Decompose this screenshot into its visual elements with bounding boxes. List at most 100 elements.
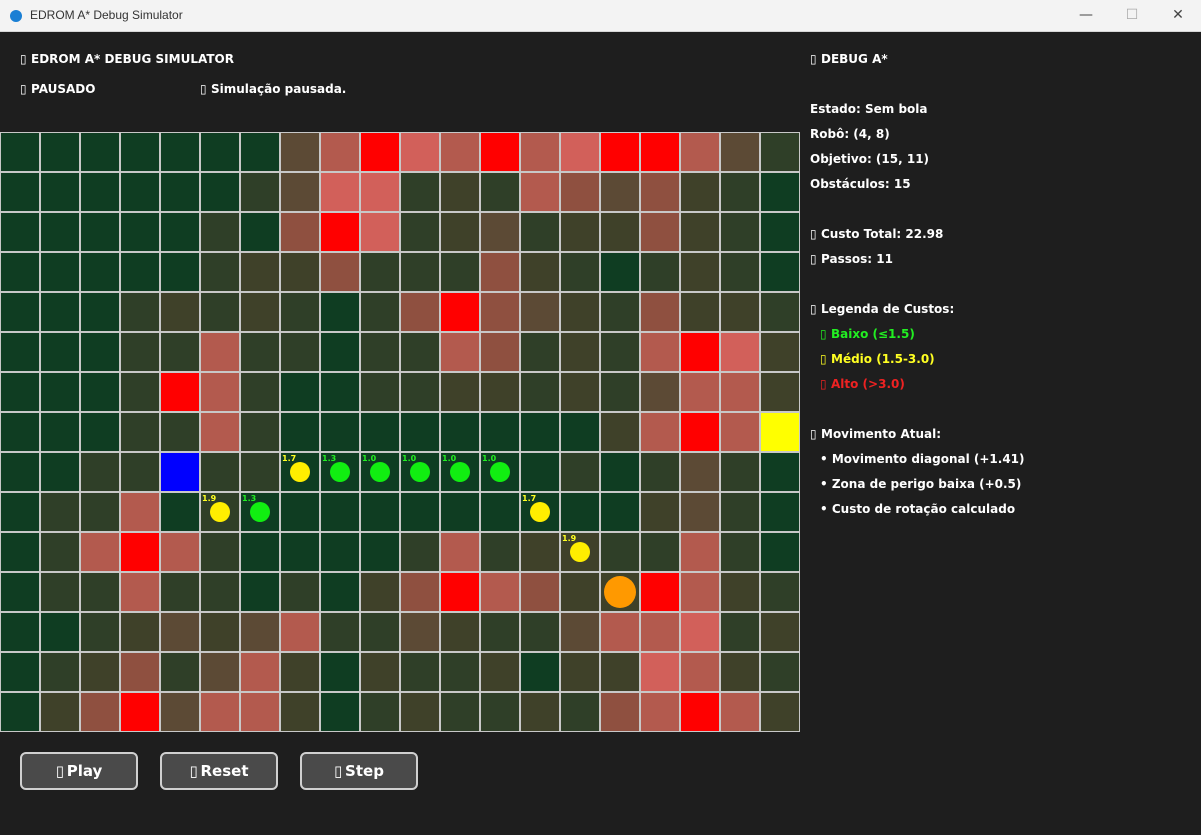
grid-cell[interactable] bbox=[120, 292, 160, 332]
grid-cell[interactable] bbox=[400, 412, 440, 452]
grid-cell[interactable] bbox=[520, 332, 560, 372]
grid-cell[interactable] bbox=[600, 132, 640, 172]
grid-cell[interactable] bbox=[560, 292, 600, 332]
grid-cell[interactable] bbox=[200, 132, 240, 172]
step-button[interactable]: ▯ Step bbox=[300, 752, 418, 790]
grid-cell[interactable] bbox=[320, 692, 360, 732]
grid-cell[interactable] bbox=[720, 452, 760, 492]
grid-cell[interactable] bbox=[440, 212, 480, 252]
grid-cell[interactable] bbox=[120, 612, 160, 652]
close-button[interactable]: ✕ bbox=[1155, 0, 1201, 31]
grid-cell[interactable] bbox=[80, 492, 120, 532]
grid-cell[interactable] bbox=[160, 692, 200, 732]
grid-cell[interactable] bbox=[120, 132, 160, 172]
grid-cell[interactable] bbox=[520, 212, 560, 252]
grid-cell[interactable] bbox=[360, 332, 400, 372]
grid-cell[interactable] bbox=[520, 372, 560, 412]
grid-cell[interactable] bbox=[680, 252, 720, 292]
grid-cell[interactable] bbox=[40, 132, 80, 172]
grid-cell[interactable] bbox=[280, 252, 320, 292]
grid-cell[interactable] bbox=[680, 452, 720, 492]
grid-cell[interactable] bbox=[520, 412, 560, 452]
grid-cell[interactable] bbox=[480, 332, 520, 372]
grid-cell[interactable] bbox=[400, 172, 440, 212]
grid-cell[interactable] bbox=[760, 252, 800, 292]
grid-cell[interactable] bbox=[680, 492, 720, 532]
grid-cell[interactable] bbox=[320, 132, 360, 172]
grid-cell[interactable] bbox=[320, 652, 360, 692]
grid-cell[interactable] bbox=[720, 412, 760, 452]
grid-cell[interactable] bbox=[720, 532, 760, 572]
grid-cell[interactable] bbox=[360, 252, 400, 292]
grid-cell[interactable] bbox=[0, 212, 40, 252]
grid-cell[interactable] bbox=[360, 572, 400, 612]
grid-cell[interactable] bbox=[520, 572, 560, 612]
grid-cell[interactable] bbox=[720, 332, 760, 372]
grid-cell[interactable] bbox=[80, 172, 120, 212]
grid-cell[interactable] bbox=[440, 532, 480, 572]
grid-cell[interactable] bbox=[760, 332, 800, 372]
grid-cell[interactable] bbox=[280, 532, 320, 572]
grid-cell[interactable] bbox=[440, 332, 480, 372]
grid-cell[interactable] bbox=[120, 692, 160, 732]
grid-cell[interactable] bbox=[320, 372, 360, 412]
grid-cell[interactable] bbox=[680, 332, 720, 372]
grid-cell[interactable] bbox=[280, 692, 320, 732]
grid-cell[interactable] bbox=[200, 692, 240, 732]
grid-cell[interactable] bbox=[600, 692, 640, 732]
grid-cell[interactable] bbox=[440, 372, 480, 412]
grid-cell[interactable] bbox=[480, 252, 520, 292]
grid-cell[interactable] bbox=[160, 252, 200, 292]
grid-cell[interactable] bbox=[80, 532, 120, 572]
grid-cell[interactable] bbox=[480, 292, 520, 332]
grid-cell[interactable] bbox=[720, 212, 760, 252]
grid-cell[interactable] bbox=[480, 372, 520, 412]
grid-cell[interactable] bbox=[240, 692, 280, 732]
grid-cell[interactable] bbox=[360, 372, 400, 412]
grid-cell[interactable] bbox=[640, 332, 680, 372]
grid-cell[interactable] bbox=[560, 692, 600, 732]
grid-cell[interactable] bbox=[520, 132, 560, 172]
grid-cell[interactable] bbox=[640, 612, 680, 652]
grid-cell[interactable] bbox=[240, 332, 280, 372]
grid-cell[interactable] bbox=[240, 412, 280, 452]
grid-cell[interactable] bbox=[120, 572, 160, 612]
grid-cell[interactable] bbox=[200, 332, 240, 372]
grid-cell[interactable] bbox=[720, 612, 760, 652]
grid-cell[interactable] bbox=[0, 292, 40, 332]
grid-cell[interactable] bbox=[520, 532, 560, 572]
grid-cell[interactable] bbox=[120, 412, 160, 452]
grid-cell[interactable] bbox=[40, 412, 80, 452]
grid-cell[interactable] bbox=[160, 132, 200, 172]
grid-cell[interactable] bbox=[400, 252, 440, 292]
grid-cell[interactable] bbox=[120, 452, 160, 492]
grid-cell[interactable] bbox=[200, 532, 240, 572]
grid-cell[interactable] bbox=[680, 212, 720, 252]
grid-cell[interactable] bbox=[720, 572, 760, 612]
grid-cell[interactable] bbox=[440, 412, 480, 452]
grid-cell[interactable] bbox=[360, 652, 400, 692]
grid-cell[interactable] bbox=[440, 292, 480, 332]
grid-cell[interactable] bbox=[80, 252, 120, 292]
grid-cell[interactable] bbox=[400, 692, 440, 732]
grid-cell[interactable] bbox=[40, 332, 80, 372]
grid-cell[interactable] bbox=[560, 252, 600, 292]
grid-cell[interactable] bbox=[80, 452, 120, 492]
grid-cell[interactable] bbox=[320, 172, 360, 212]
grid-cell[interactable] bbox=[240, 652, 280, 692]
grid-cell[interactable] bbox=[280, 612, 320, 652]
grid-cell[interactable] bbox=[640, 452, 680, 492]
grid-cell[interactable] bbox=[400, 492, 440, 532]
grid-cell[interactable] bbox=[680, 172, 720, 212]
grid-cell[interactable] bbox=[120, 492, 160, 532]
robot-cell[interactable] bbox=[160, 452, 200, 492]
grid-cell[interactable] bbox=[0, 132, 40, 172]
grid-cell[interactable] bbox=[360, 172, 400, 212]
grid-cell[interactable] bbox=[480, 212, 520, 252]
grid-cell[interactable] bbox=[360, 492, 400, 532]
grid-cell[interactable] bbox=[640, 252, 680, 292]
grid-cell[interactable] bbox=[0, 692, 40, 732]
grid-cell[interactable] bbox=[480, 612, 520, 652]
grid-cell[interactable] bbox=[480, 652, 520, 692]
grid-cell[interactable] bbox=[640, 572, 680, 612]
